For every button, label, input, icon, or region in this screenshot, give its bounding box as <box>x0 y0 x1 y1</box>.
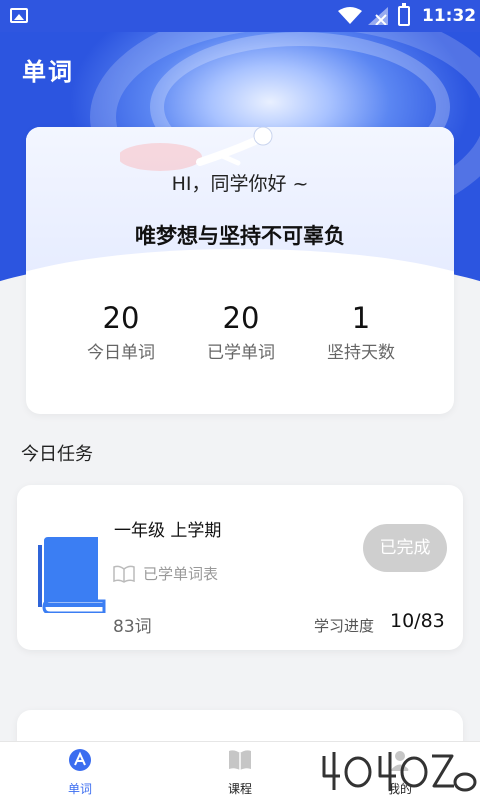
learned-words-label: 已学单词表 <box>143 565 219 583</box>
image-icon <box>10 8 28 23</box>
nav-tab-courses[interactable]: 课程 <box>200 748 280 797</box>
book-icon <box>38 537 106 613</box>
greeting-text: HI，同学你好 ~ <box>171 173 309 195</box>
stat-value: 1 <box>351 301 371 335</box>
task-card[interactable]: 一年级 上学期 已学单词表 已完成 83词 学习进度 10/83 <box>17 485 463 650</box>
section-title-today-tasks: 今日任务 <box>21 444 93 465</box>
nav-label: 课程 <box>227 782 252 796</box>
nav-label: 单词 <box>67 782 92 796</box>
hero-card: HI，同学你好 ~ 唯梦想与坚持不可辜负 20 今日单词 20 已学单词 1 坚… <box>26 127 454 414</box>
stat-label: 坚持天数 <box>327 343 395 363</box>
completed-button[interactable]: 已完成 <box>363 524 447 572</box>
progress-label: 学习进度 <box>314 617 375 635</box>
task-title: 一年级 上学期 <box>114 521 222 541</box>
stat-streak-days: 1 坚持天数 <box>306 300 416 370</box>
status-bar: 11:32 <box>0 0 480 32</box>
page-title: 单词 <box>22 58 74 86</box>
status-time: 11:32 <box>422 6 477 26</box>
astronaut-illustration <box>120 127 273 171</box>
stat-today-words: 20 今日单词 <box>66 300 176 370</box>
nav-tab-words[interactable]: 单词 <box>40 748 120 797</box>
wifi-icon <box>338 7 362 24</box>
watermark-logo <box>322 752 477 792</box>
battery-charging-icon <box>398 3 410 26</box>
stats-row: 20 今日单词 20 已学单词 1 坚持天数 <box>66 300 416 370</box>
stat-label: 已学单词 <box>207 343 275 363</box>
learned-words-link[interactable]: 已学单词表 <box>113 563 218 584</box>
stat-label: 今日单词 <box>87 343 155 363</box>
stat-value: 20 <box>222 301 260 335</box>
no-signal-icon <box>368 7 388 25</box>
motto-text: 唯梦想与坚持不可辜负 <box>135 224 345 248</box>
book-open-icon <box>229 750 251 770</box>
open-book-icon <box>113 565 135 583</box>
stat-learned-words: 20 已学单词 <box>186 300 296 370</box>
word-count: 83词 <box>113 617 152 637</box>
progress-value: 10/83 <box>390 610 445 632</box>
word-icon <box>69 749 91 771</box>
stat-value: 20 <box>102 301 140 335</box>
